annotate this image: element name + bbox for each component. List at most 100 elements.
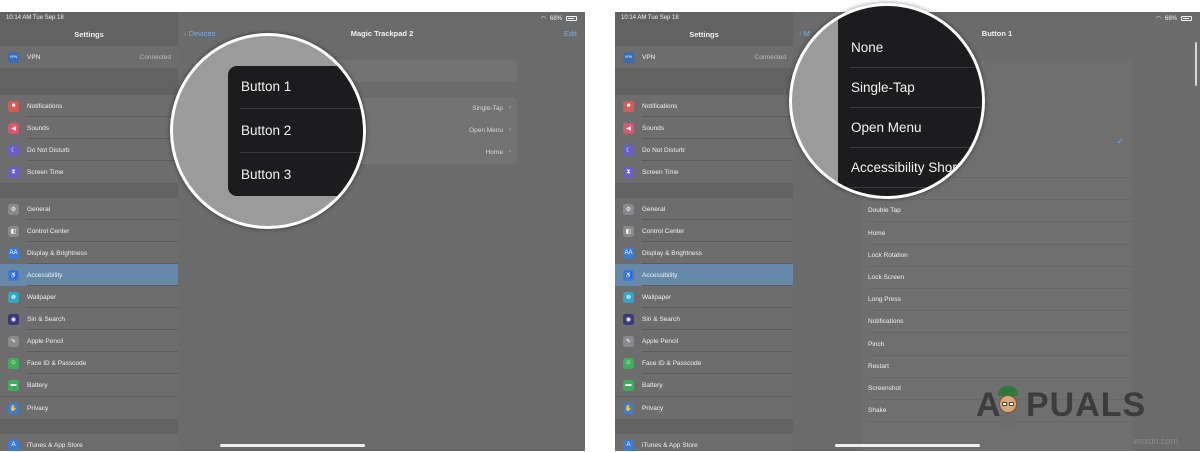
zoomed-option-none[interactable]: None [838, 28, 982, 68]
sidebar-item-display-brightness[interactable]: AA Display & Brightness [615, 242, 793, 264]
sidebar-item-label: Face ID & Passcode [27, 359, 87, 367]
sidebar-item-wallpaper[interactable]: ❁ Wallpaper [0, 286, 178, 308]
zoomed-option-label: Accessibility Shortcut [851, 160, 979, 175]
option-lock-rotation[interactable]: Lock Rotation [862, 245, 1132, 267]
scrollbar[interactable] [1195, 42, 1197, 86]
zoom-bubble-options: None Single-Tap Open Menu Accessibility … [789, 3, 985, 199]
sidebar-item-sounds[interactable]: ◀ Sounds [615, 117, 793, 139]
sidebar-item-control-center[interactable]: ◧ Control Center [615, 220, 793, 242]
option-home[interactable]: Home [862, 223, 1132, 245]
sidebar-item-privacy[interactable]: ✋ Privacy [615, 397, 793, 419]
sidebar-item-label: Battery [27, 381, 48, 389]
sidebar-item-label: VPN [27, 53, 41, 61]
wallpaper-icon: ❁ [623, 291, 634, 303]
sidebar-item-vpn[interactable]: VPN VPN Connected [0, 46, 178, 68]
siri-icon: ◉ [623, 313, 634, 325]
pencil-icon: ✎ [623, 335, 634, 347]
status-bar: 10:14 AM Tue Sep 18 ◠ 68% [0, 12, 585, 26]
sidebar-item-label: Do Not Disturb [642, 146, 685, 154]
sidebar-item-accessibility[interactable]: ♿ Accessibility [615, 264, 793, 286]
accessibility-icon: ♿ [8, 269, 19, 281]
zoomed-option-accessibility-shortcut[interactable]: Accessibility Shortcut [838, 148, 982, 188]
sidebar-item-vpn[interactable]: VPN VPN Connected [615, 46, 793, 68]
sidebar-item-display-brightness[interactable]: AA Display & Brightness [0, 242, 178, 264]
sounds-icon: ◀ [623, 122, 634, 134]
sidebar-item-label: Privacy [27, 404, 49, 412]
option-long-press[interactable]: Long Press [862, 289, 1132, 312]
sidebar-item-battery[interactable]: ▬ Battery [615, 374, 793, 396]
option-label: Home [868, 229, 886, 237]
zoomed-option-open-menu[interactable]: Open Menu [838, 108, 982, 148]
sidebar-item-label: Accessibility [27, 271, 63, 279]
option-label: Double Tap [868, 207, 901, 215]
sidebar-item-itunes-app-store[interactable]: AiTunes & App Store [615, 434, 793, 451]
sidebar-item-battery[interactable]: ▬ Battery [0, 374, 178, 396]
sidebar-item-apple-pencil[interactable]: ✎ Apple Pencil [0, 330, 178, 352]
sidebar-item-screen-time[interactable]: ⧗ Screen Time [615, 161, 793, 183]
wifi-icon: ◠ [1155, 16, 1161, 22]
wifi-icon: ◠ [540, 16, 546, 22]
sidebar-item-privacy[interactable]: ✋ Privacy [0, 397, 178, 419]
status-icons: ◠ 68% [1156, 15, 1192, 22]
option-label: Shake [868, 407, 887, 415]
zoomed-option-label: Single-Tap [851, 80, 915, 95]
sidebar-item-do-not-disturb[interactable]: ☾ Do Not Disturb [615, 139, 793, 161]
zoomed-button-1-label: Button 1 [241, 79, 292, 94]
sidebar-item-apple-pencil[interactable]: ✎ Apple Pencil [615, 330, 793, 352]
sidebar-item-notifications[interactable]: ■ Notifications [615, 95, 793, 117]
option-notifications[interactable]: Notifications [862, 311, 1132, 334]
sidebar-item-siri-search[interactable]: ◉ Siri & Search [615, 308, 793, 330]
sidebar-item-general[interactable]: ⚙ General [0, 198, 178, 220]
sidebar-item-label: Sounds [27, 124, 50, 132]
edit-button[interactable]: Edit [564, 29, 577, 38]
checkmark-icon: ✓ [1116, 136, 1124, 146]
option-restart[interactable]: Restart [862, 356, 1132, 378]
sidebar-item-label: iTunes & App Store [642, 441, 698, 449]
sidebar-item-notifications[interactable]: ■ Notifications [0, 95, 178, 117]
sidebar-item-control-center[interactable]: ◧ Control Center [0, 220, 178, 242]
sidebar-item-screen-time[interactable]: ⧗ Screen Time [0, 161, 178, 183]
sidebar-item-itunes-app-store[interactable]: AiTunes & App Store [0, 434, 178, 451]
control-center-icon: ◧ [8, 225, 19, 237]
zoomed-button-2-row[interactable]: Button 2 [228, 109, 363, 153]
button-3-value: Home [485, 149, 503, 156]
sidebar-item-value: Connected [754, 53, 786, 61]
mascot-face [999, 395, 1017, 413]
option-lock-screen[interactable]: Lock Screen [862, 267, 1132, 289]
sidebar-item-label: Siri & Search [642, 315, 680, 323]
sidebar-item-label: Siri & Search [27, 315, 65, 323]
sidebar-item-label: Sounds [642, 124, 665, 132]
sidebar-item-do-not-disturb[interactable]: ☾ Do Not Disturb [0, 139, 178, 161]
sidebar-item-label: General [27, 205, 51, 213]
face-id-icon: ☺ [8, 357, 19, 369]
zoomed-option-label: Open Menu [851, 120, 922, 135]
sidebar-item-face-id-passcode[interactable]: ☺ Face ID & Passcode [615, 352, 793, 374]
sidebar-item-wallpaper[interactable]: ❁ Wallpaper [615, 286, 793, 308]
button-2-value: Open Menu [469, 127, 503, 134]
sidebar-item-value: Connected [139, 53, 171, 61]
zoomed-button-1-row[interactable]: Button 1 [228, 66, 363, 109]
battery-icon: ▬ [623, 379, 634, 391]
zoomed-button-3-row[interactable]: Button 3 [228, 153, 363, 196]
sidebar-item-label: Privacy [642, 404, 664, 412]
mascot-eye [1002, 402, 1007, 406]
button-1-value: Single-Tap [472, 105, 503, 112]
chevron-right-icon: › [508, 126, 511, 133]
sidebar-item-general[interactable]: ⚙ General [615, 198, 793, 220]
settings-sidebar: Settings VPN VPN Connected ■ Notifications ◀ S… [0, 12, 178, 451]
sidebar-item-siri-search[interactable]: ◉ Siri & Search [0, 308, 178, 330]
battery-icon: ▬ [8, 379, 19, 391]
sidebar-item-label: Battery [642, 381, 663, 389]
zoomed-option-single-tap[interactable]: Single-Tap [838, 68, 982, 108]
siri-icon: ◉ [8, 313, 19, 325]
chevron-right-icon: › [508, 104, 511, 111]
sidebar-item-label: General [642, 205, 666, 213]
option-pinch[interactable]: Pinch [862, 334, 1132, 356]
option-double-tap[interactable]: Double Tap [862, 200, 1132, 223]
sidebar-item-sounds[interactable]: ◀ Sounds [0, 117, 178, 139]
sidebar-item-accessibility[interactable]: ♿ Accessibility [0, 264, 178, 286]
sidebar-item-face-id-passcode[interactable]: ☺ Face ID & Passcode [0, 352, 178, 374]
option-label: Lock Screen [868, 274, 905, 281]
sidebar-item-label: Control Center [642, 227, 685, 235]
status-time: 10:14 AM Tue Sep 18 [6, 15, 64, 21]
